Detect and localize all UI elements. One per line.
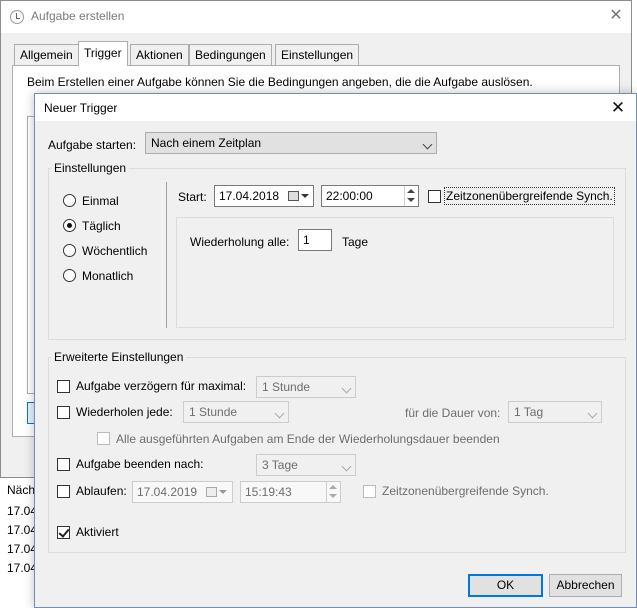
repeat-interval-label: Wiederholung alle: — [190, 235, 290, 249]
background-close-icon[interactable]: ✕ — [606, 6, 626, 26]
advanced-settings-title: Erweiterte Einstellungen — [51, 350, 187, 364]
chevron-down-icon — [341, 383, 352, 394]
new-trigger-dialog: Neuer Trigger ✕ Aufgabe starten: Nach ei… — [34, 93, 637, 608]
delay-label: Aufgabe verzögern für maximal: — [76, 379, 247, 393]
radio-woechentlich[interactable] — [63, 244, 76, 257]
stop-after-value: 3 Tage — [262, 458, 298, 472]
spin-up-icon — [407, 189, 415, 193]
background-window-title: Aufgabe erstellen — [31, 9, 125, 23]
stop-after-label: Aufgabe beenden nach: — [76, 457, 204, 471]
next-runs-label: Näch — [7, 483, 36, 497]
tab-aktionen[interactable]: Aktionen — [130, 44, 189, 65]
radio-einmal[interactable] — [63, 194, 76, 207]
start-time-value: 22:00:00 — [326, 189, 373, 203]
time-spinner[interactable] — [326, 482, 340, 502]
close-icon[interactable]: ✕ — [607, 97, 629, 119]
enabled-label: Aktiviert — [76, 525, 119, 539]
date-row: 17.04 — [7, 542, 38, 556]
cancel-button[interactable]: Abbrechen — [549, 574, 622, 597]
chevron-down-icon — [587, 408, 598, 419]
radio-taeglich[interactable] — [63, 219, 76, 232]
spin-up-icon — [329, 485, 337, 489]
repeat-every-dropdown[interactable]: 1 Stunde — [183, 401, 289, 423]
radio-monatlich[interactable] — [63, 269, 76, 282]
chevron-down-icon — [422, 139, 433, 150]
repeat-every-value: 1 Stunde — [189, 405, 238, 419]
expire-checkbox[interactable] — [57, 485, 70, 498]
stop-after-dropdown[interactable]: 3 Tage — [256, 454, 356, 476]
repeat-interval-value: 1 — [303, 233, 310, 247]
date-row: 17.04 — [7, 504, 38, 518]
stop-all-checkbox[interactable] — [97, 432, 110, 445]
repeat-every-checkbox[interactable] — [57, 406, 70, 419]
delay-value: 1 Stunde — [262, 380, 311, 394]
tab-allgemein[interactable]: Allgemein — [14, 44, 79, 65]
expire-sync-label: Zeitzonenübergreifende Synch. — [382, 484, 549, 498]
stop-all-label: Alle ausgeführten Aufgaben am Ende der W… — [116, 432, 500, 446]
stop-after-checkbox[interactable] — [57, 458, 70, 471]
recurrence-panel — [176, 217, 614, 328]
enabled-checkbox[interactable] — [57, 526, 70, 539]
repeat-interval-unit: Tage — [342, 235, 369, 249]
clock-icon — [10, 10, 24, 24]
expire-time-value: 15:19:43 — [245, 485, 292, 499]
sync-timezones-checkbox[interactable] — [428, 190, 441, 203]
tab-trigger[interactable]: Trigger — [78, 41, 128, 66]
spin-down-icon — [407, 198, 415, 202]
repeat-interval-input[interactable]: 1 — [298, 229, 332, 251]
expire-label: Ablaufen: — [76, 484, 127, 498]
duration-label: für die Dauer von: — [405, 406, 501, 420]
vertical-divider — [166, 182, 167, 328]
ok-button[interactable]: OK — [468, 574, 543, 597]
start-task-dropdown[interactable]: Nach einem Zeitplan — [145, 132, 437, 154]
expire-date-picker[interactable]: 17.04.2019 — [132, 481, 233, 503]
tab-einstellungen[interactable]: Einstellungen — [275, 44, 360, 65]
sync-timezones-label: Zeitzonenübergreifende Synch. — [444, 187, 615, 205]
radio-label-taeglich: Täglich — [82, 219, 121, 233]
duration-dropdown[interactable]: 1 Tag — [508, 401, 602, 423]
chevron-down-icon — [341, 461, 352, 472]
calendar-icon — [288, 191, 299, 201]
delay-dropdown[interactable]: 1 Stunde — [256, 376, 356, 398]
start-task-label: Aufgabe starten: — [48, 138, 137, 152]
date-row: 17.04 — [7, 523, 38, 537]
expire-date-value: 17.04.2019 — [137, 485, 198, 499]
start-label: Start: — [178, 190, 207, 204]
repeat-every-label: Wiederholen jede: — [76, 405, 173, 419]
spin-down-icon — [329, 494, 337, 498]
radio-label-woechentlich: Wöchentlich — [82, 244, 148, 258]
start-task-value: Nach einem Zeitplan — [151, 136, 262, 150]
start-date-value: 17.04.2018 — [219, 189, 280, 203]
start-date-picker[interactable]: 17.04.2018 — [214, 185, 314, 207]
start-time-field[interactable]: 22:00:00 — [321, 185, 419, 207]
date-row: 17.04 — [7, 561, 38, 575]
time-spinner[interactable] — [404, 186, 418, 206]
dropdown-arrow-icon — [219, 490, 227, 494]
duration-value: 1 Tag — [514, 405, 544, 419]
expire-time-field[interactable]: 15:19:43 — [240, 481, 341, 503]
dropdown-arrow-icon — [301, 194, 309, 198]
dialog-titlebar — [35, 94, 636, 121]
radio-label-monatlich: Monatlich — [82, 269, 134, 283]
delay-checkbox[interactable] — [57, 380, 70, 393]
chevron-down-icon — [274, 408, 285, 419]
dialog-title: Neuer Trigger — [44, 101, 118, 115]
calendar-icon — [206, 487, 217, 497]
trigger-description: Beim Erstellen einer Aufgabe können Sie … — [27, 75, 533, 89]
settings-group-title: Einstellungen — [51, 161, 130, 175]
radio-label-einmal: Einmal — [82, 194, 119, 208]
tab-bedingungen[interactable]: Bedingungen — [189, 44, 272, 65]
expire-sync-checkbox[interactable] — [363, 485, 376, 498]
